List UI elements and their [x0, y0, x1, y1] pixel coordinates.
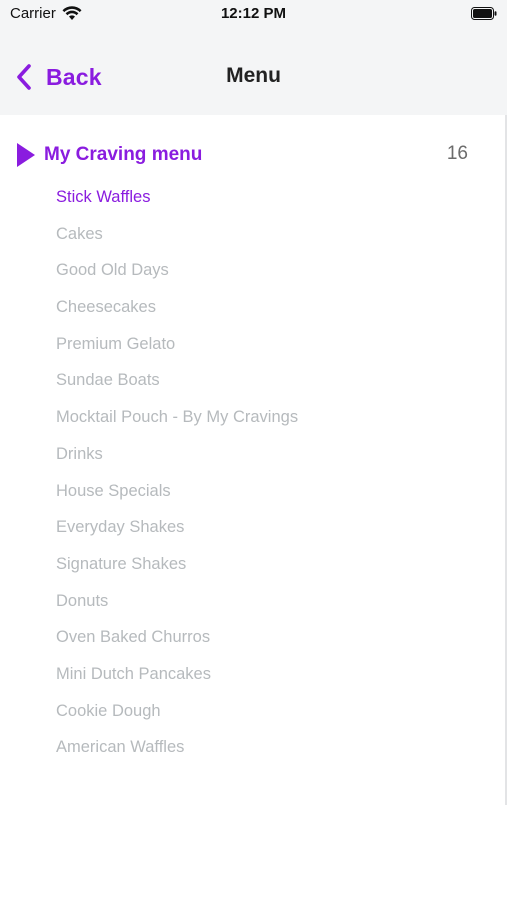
- menu-item-cakes[interactable]: Cakes: [56, 221, 298, 258]
- menu-item-signature-shakes[interactable]: Signature Shakes: [56, 551, 298, 588]
- menu-item-cookie-dough[interactable]: Cookie Dough: [56, 698, 298, 735]
- menu-item-good-old-days[interactable]: Good Old Days: [56, 257, 298, 294]
- menu-item-house-specials[interactable]: House Specials: [56, 478, 298, 515]
- menu-item-mini-dutch-pancakes[interactable]: Mini Dutch Pancakes: [56, 661, 298, 698]
- menu-item-mocktail-pouch[interactable]: Mocktail Pouch - By My Cravings: [56, 404, 298, 441]
- navigation-bar: Back Menu: [0, 38, 507, 115]
- menu-section-header[interactable]: My Craving menu 16: [14, 140, 474, 170]
- menu-list: Stick Waffles Cakes Good Old Days Cheese…: [56, 184, 298, 771]
- menu-item-donuts[interactable]: Donuts: [56, 588, 298, 625]
- status-time: 12:12 PM: [220, 5, 287, 22]
- menu-section-count: 16: [446, 143, 468, 164]
- menu-item-sundae-boats[interactable]: Sundae Boats: [56, 367, 298, 404]
- menu-item-cheesecakes[interactable]: Cheesecakes: [56, 294, 298, 331]
- menu-section-title: My Craving menu: [44, 144, 203, 165]
- battery-icon: [471, 7, 497, 20]
- screen: Carrier 12:12 PM Back Menu My Craving me…: [0, 0, 507, 900]
- triangle-right-icon: [17, 143, 35, 167]
- menu-item-oven-baked-churros[interactable]: Oven Baked Churros: [56, 624, 298, 661]
- menu-item-drinks[interactable]: Drinks: [56, 441, 298, 478]
- page-title: Menu: [226, 64, 281, 87]
- menu-item-stick-waffles[interactable]: Stick Waffles: [56, 184, 298, 221]
- menu-item-everyday-shakes[interactable]: Everyday Shakes: [56, 514, 298, 551]
- status-bar: Carrier 12:12 PM: [0, 0, 507, 38]
- menu-item-american-waffles[interactable]: American Waffles: [56, 734, 298, 771]
- menu-item-premium-gelato[interactable]: Premium Gelato: [56, 331, 298, 368]
